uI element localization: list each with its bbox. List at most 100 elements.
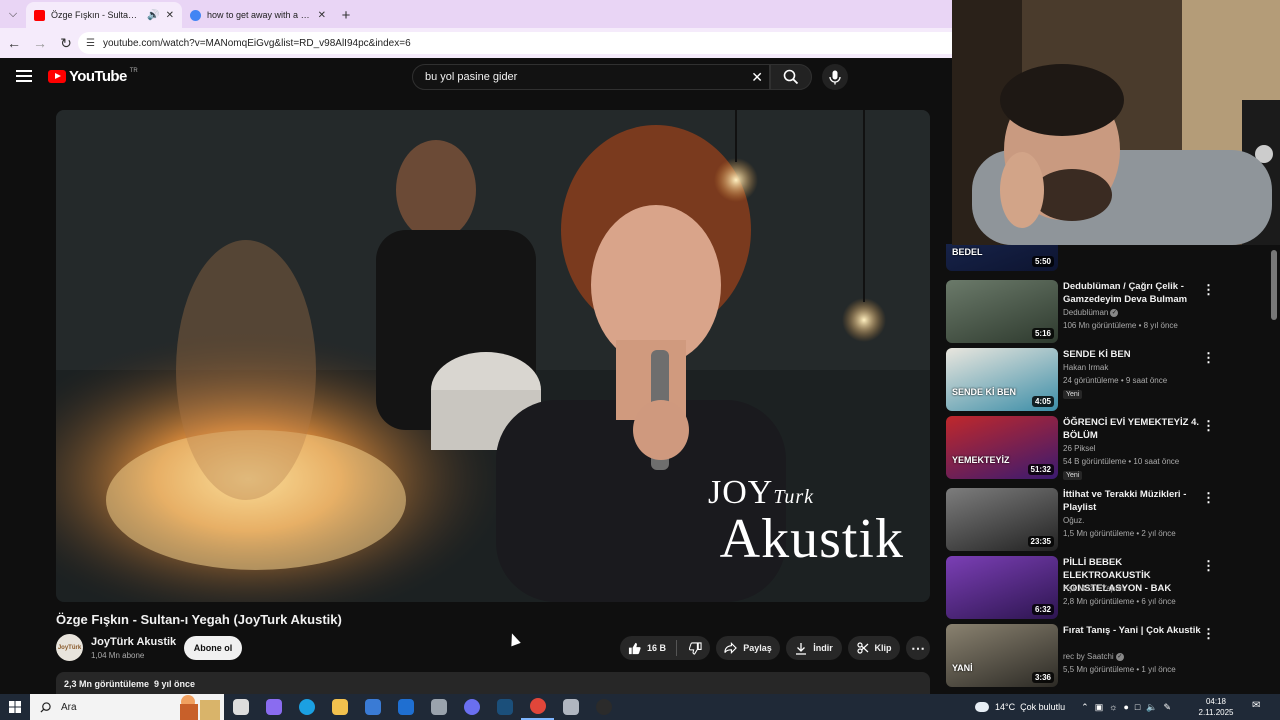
- recommendation-channel[interactable]: rec by Saatchi ✓: [1063, 652, 1124, 661]
- video-thumbnail[interactable]: YEMEKTEYİZ 51:32: [946, 416, 1058, 479]
- more-vertical-icon[interactable]: ⋮: [1202, 558, 1215, 574]
- video-thumbnail[interactable]: YANİ 3:36: [946, 624, 1058, 687]
- channel-name: Aşk Müzik Yapım: [1063, 584, 1125, 593]
- recommendation-item[interactable]: 23:35 İttihat ve Terakki Müzikleri - Play…: [946, 488, 1280, 552]
- tab-search-icon[interactable]: ⌵: [0, 0, 26, 28]
- forward-arrow-icon[interactable]: →: [28, 31, 52, 55]
- video-thumbnail[interactable]: 23:35: [946, 488, 1058, 551]
- reload-icon[interactable]: ↻: [54, 31, 78, 55]
- taskbar-app-steam[interactable]: [488, 694, 521, 720]
- taskbar-app-chrome[interactable]: [521, 694, 554, 720]
- recommendation-title[interactable]: SENDE Kİ BEN: [1063, 348, 1203, 361]
- taskbar-app-task-view[interactable]: [224, 694, 257, 720]
- views-and-date: 2,3 Mn görüntüleme 9 yıl önce: [64, 679, 196, 689]
- download-button[interactable]: İndir: [786, 636, 842, 660]
- more-vertical-icon[interactable]: ⋮: [1202, 418, 1215, 434]
- channel-name[interactable]: JoyTürk Akustik: [91, 636, 176, 648]
- youtube-play-icon: [48, 70, 66, 83]
- clip-button[interactable]: Klip: [848, 636, 900, 660]
- new-tab-button[interactable]: +: [334, 2, 358, 28]
- video-player[interactable]: JOYTurk Akustik: [56, 110, 930, 602]
- taskbar-app-obs[interactable]: [587, 694, 620, 720]
- video-thumbnail[interactable]: SENDE Kİ BEN 4:05: [946, 348, 1058, 411]
- like-count[interactable]: 16 B: [647, 643, 666, 653]
- recommendation-meta: 5,5 Mn görüntüleme • 1 yıl önce: [1063, 665, 1176, 674]
- menu-icon[interactable]: [16, 70, 32, 82]
- video-thumbnail[interactable]: BEDEL 5:50: [946, 244, 1058, 271]
- weather-icon[interactable]: [975, 702, 989, 712]
- recommendation-channel[interactable]: Oğuz.: [1063, 516, 1084, 525]
- share-button[interactable]: Paylaş: [716, 636, 780, 660]
- address-bar[interactable]: ☰ youtube.com/watch?v=MANomqEiGvg&list=R…: [78, 32, 952, 54]
- tray-icons[interactable]: ☼: [1109, 702, 1117, 712]
- notifications-icon[interactable]: ✉: [1252, 700, 1260, 711]
- browser-tab[interactable]: how to get away with a murder ✕: [182, 2, 334, 28]
- taskbar-search-box[interactable]: Ara: [30, 694, 224, 720]
- search-input[interactable]: bu yol pasine gider ✕: [412, 64, 770, 90]
- tab-close-icon[interactable]: ✕: [166, 10, 174, 21]
- chevron-up-icon[interactable]: ⌃: [1081, 702, 1089, 713]
- taskbar-app-microsoft-store[interactable]: [356, 694, 389, 720]
- recommendation-title[interactable]: Fırat Tanış - Yani | Çok Akustik: [1063, 624, 1203, 637]
- weather-text[interactable]: 14°C Çok bulutlu: [995, 702, 1065, 712]
- network-icon[interactable]: □: [1135, 702, 1140, 712]
- channel-name: rec by Saatchi: [1063, 652, 1114, 661]
- watermark-joy: JOY: [707, 474, 774, 511]
- thumbnail-text: BEDEL: [952, 247, 983, 257]
- tray-display-icon[interactable]: ▣: [1095, 702, 1104, 713]
- taskbar-app-discord[interactable]: [455, 694, 488, 720]
- site-info-icon[interactable]: ☰: [86, 38, 95, 49]
- sidebar-scrollbar[interactable]: [1271, 250, 1277, 320]
- recommendation-title[interactable]: İttihat ve Terakki Müzikleri - Playlist: [1063, 488, 1203, 514]
- recommendation-title[interactable]: ÖĞRENCİ EVİ YEMEKTEYİZ 4. BÖLÜM: [1063, 416, 1203, 442]
- taskbar-app-notepad[interactable]: [422, 694, 455, 720]
- speaker-icon[interactable]: 🔊: [147, 10, 159, 21]
- recommendation-channel[interactable]: 26 Piksel: [1063, 444, 1095, 453]
- taskbar-app-outlook[interactable]: [389, 694, 422, 720]
- recommendation-item[interactable]: YANİ 3:36 Fırat Tanış - Yani | Çok Akustik…: [946, 624, 1280, 688]
- video-duration: 23:35: [1027, 536, 1054, 547]
- system-tray: 14°C Çok bulutlu ⌃ ▣ ☼ ● □ 🔈 ✎: [975, 694, 1171, 720]
- recommendation-item[interactable]: SENDE Kİ BEN 4:05 SENDE Kİ BEN Hakan Irmak 2…: [946, 348, 1280, 412]
- more-vertical-icon[interactable]: ⋮: [1202, 282, 1215, 298]
- watermark-turk: Turk: [773, 486, 814, 508]
- taskbar-app-file-explorer[interactable]: [323, 694, 356, 720]
- volume-icon[interactable]: 🔈: [1146, 702, 1157, 713]
- taskbar-app-app-gray[interactable]: [554, 694, 587, 720]
- recommendation-item[interactable]: BEDEL5:50Mor ve Ötesi✓4,8 Mn görüntüleme…: [946, 244, 1280, 272]
- subscribe-button[interactable]: Abone ol: [184, 636, 242, 660]
- recommendation-meta: 24 görüntüleme • 9 saat önce: [1063, 376, 1168, 385]
- clock[interactable]: 04:18 2.11.2025: [1196, 696, 1236, 718]
- clear-search-icon[interactable]: ✕: [751, 69, 763, 86]
- taskbar-app-copilot[interactable]: [257, 694, 290, 720]
- recommendation-channel[interactable]: Hakan Irmak: [1063, 363, 1108, 372]
- tab-close-icon[interactable]: ✕: [318, 10, 326, 21]
- recommendation-title[interactable]: Dedublüman / Çağrı Çelik - Gamzedeyim De…: [1063, 280, 1203, 306]
- channel-avatar[interactable]: JoyTürk: [56, 634, 83, 661]
- more-vertical-icon[interactable]: ⋮: [1202, 626, 1215, 642]
- thumbs-up-icon[interactable]: [628, 642, 641, 655]
- microphone-icon[interactable]: ●: [1123, 702, 1128, 712]
- recommendation-item[interactable]: 6:32 PİLLİ BEBEK ELEKTROAKUSTİK KONSTELAS…: [946, 556, 1280, 620]
- pen-icon[interactable]: ✎: [1164, 702, 1172, 713]
- browser-tab-active[interactable]: Özge Fışkın - Sultan-ı Yegâh 🔊 ✕: [26, 2, 182, 28]
- search-button[interactable]: [770, 64, 812, 90]
- notepad-icon: [430, 699, 447, 715]
- recommendation-channel[interactable]: Dedublüman ✓: [1063, 308, 1119, 317]
- description-box[interactable]: 2,3 Mn görüntüleme 9 yıl önce: [56, 672, 930, 694]
- recommendation-item[interactable]: 5:16 Dedublüman / Çağrı Çelik - Gamzedeyi…: [946, 280, 1280, 344]
- back-arrow-icon[interactable]: ←: [2, 31, 26, 55]
- more-vertical-icon[interactable]: ⋮: [1202, 490, 1215, 506]
- recommendation-channel[interactable]: Aşk Müzik Yapım: [1063, 584, 1124, 593]
- more-actions-button[interactable]: ⋯: [906, 636, 930, 660]
- thumbs-down-icon[interactable]: [689, 641, 702, 655]
- verified-check-icon: ✓: [1110, 308, 1119, 317]
- taskbar-app-edge[interactable]: [290, 694, 323, 720]
- video-thumbnail[interactable]: 6:32: [946, 556, 1058, 619]
- recommendation-item[interactable]: YEMEKTEYİZ 51:32 ÖĞRENCİ EVİ YEMEKTEYİZ 4.…: [946, 416, 1280, 480]
- start-button[interactable]: [0, 694, 30, 720]
- more-vertical-icon[interactable]: ⋮: [1202, 350, 1215, 366]
- youtube-logo[interactable]: YouTube TR: [48, 68, 138, 85]
- voice-search-button[interactable]: [822, 64, 848, 90]
- video-thumbnail[interactable]: 5:16: [946, 280, 1058, 343]
